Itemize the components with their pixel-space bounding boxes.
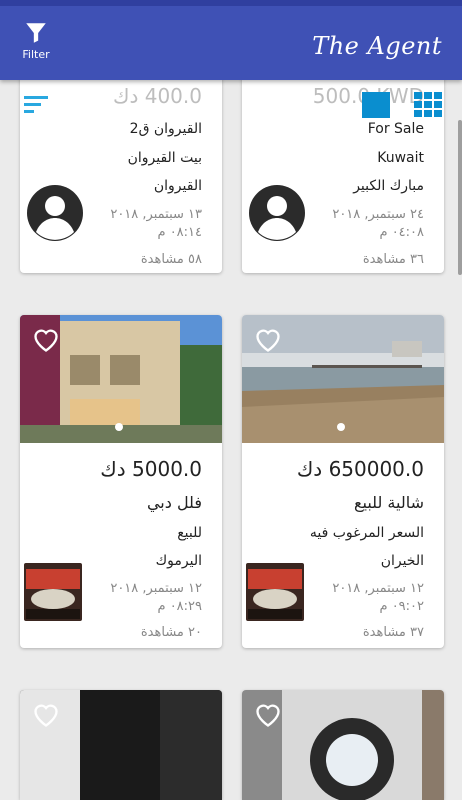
agency-logo (246, 563, 304, 621)
time-text: ٠٤:٠٨ م (379, 225, 425, 240)
filter-button[interactable]: Filter (14, 20, 58, 70)
listing-title: شالية للبيع (354, 493, 424, 512)
listing-subtitle: بيت القيروان (127, 150, 202, 166)
listing-card[interactable]: 5000.0 دك فلل دبي للبيع اليرموك ١٢ سبتمب… (20, 315, 222, 648)
listing-subtitle: للبيع (177, 525, 202, 541)
app-title: The Agent (312, 32, 442, 60)
listing-date: ١٢ سبتمبر, ٢٠١٨ ٠٩:٠٢ م (304, 580, 424, 616)
listing-price: 650000.0 دك (296, 457, 424, 481)
date-text: ٢٤ سبتمبر, ٢٠١٨ (332, 207, 424, 222)
grid-view-icon[interactable] (414, 92, 442, 118)
favorite-heart-icon[interactable] (32, 702, 60, 728)
listing-date: ١٣ سبتمبر, ٢٠١٨ ٠٨:١٤ م (82, 206, 202, 242)
date-text: ١٢ سبتمبر, ٢٠١٨ (332, 581, 424, 596)
listing-price: 5000.0 دك (100, 457, 202, 481)
date-text: ١٣ سبتمبر, ٢٠١٨ (110, 207, 202, 222)
avatar-icon (249, 185, 305, 241)
listing-views: ٥٨ مشاهدة (140, 252, 202, 267)
time-text: ٠٨:١٤ م (157, 225, 203, 240)
listing-card[interactable] (20, 690, 222, 800)
carousel-dot (337, 423, 345, 431)
listing-views: ٣٦ مشاهدة (362, 252, 424, 267)
listing-date: ١٢ سبتمبر, ٢٠١٨ ٠٨:٢٩ م (82, 580, 202, 616)
sort-icon[interactable] (24, 94, 50, 116)
listing-location: اليرموك (155, 553, 202, 569)
filter-label: Filter (22, 48, 50, 61)
listing-card[interactable] (242, 690, 444, 800)
listing-title: فلل دبي (146, 493, 202, 512)
carousel-dot (115, 423, 123, 431)
favorite-heart-icon[interactable] (254, 702, 282, 728)
filter-icon (26, 23, 46, 43)
time-text: ٠٩:٠٢ م (379, 599, 425, 614)
listing-location: مبارك الكبير (353, 178, 424, 194)
avatar-icon (27, 185, 83, 241)
agency-logo (24, 563, 82, 621)
scrollbar[interactable] (458, 120, 462, 275)
listing-location: القيروان (153, 178, 202, 194)
listing-views: ٢٠ مشاهدة (140, 625, 202, 640)
listing-card[interactable]: 650000.0 دك شالية للبيع السعر المرغوب في… (242, 315, 444, 648)
time-text: ٠٨:٢٩ م (157, 599, 203, 614)
listing-subtitle: Kuwait (377, 150, 424, 166)
favorite-heart-icon[interactable] (254, 327, 282, 353)
listing-date: ٢٤ سبتمبر, ٢٠١٨ ٠٤:٠٨ م (304, 206, 424, 242)
listing-views: ٣٧ مشاهدة (362, 625, 424, 640)
favorite-heart-icon[interactable] (32, 327, 60, 353)
listing-subtitle: السعر المرغوب فيه (309, 525, 424, 541)
view-toolbar (0, 80, 462, 130)
app-bar: Filter The Agent (0, 0, 462, 80)
listing-location: الخيران (380, 553, 424, 569)
date-text: ١٢ سبتمبر, ٢٠١٨ (110, 581, 202, 596)
list-view-icon[interactable] (362, 92, 390, 118)
